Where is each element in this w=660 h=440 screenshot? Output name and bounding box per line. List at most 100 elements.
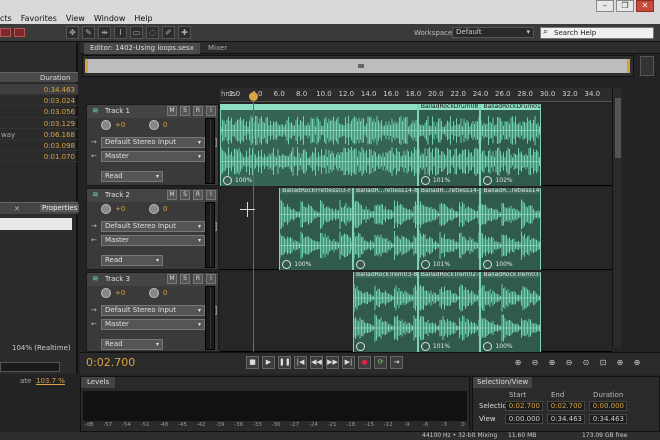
close-icon[interactable]: ✕ <box>14 205 20 213</box>
audio-clip[interactable]: BalladRockTrem03-8mi 100% <box>480 272 541 352</box>
time-ruler[interactable]: 2.04.06.08.010.012.014.016.018.020.022.0… <box>220 88 612 102</box>
slip-tool-icon[interactable]: ⇹ <box>98 26 111 39</box>
volume-value[interactable]: +0 <box>115 121 125 129</box>
track-name[interactable]: Track 1 <box>105 107 130 115</box>
solo-button[interactable]: S <box>180 190 190 200</box>
selection-start-field[interactable]: 0:02.700 <box>505 401 543 411</box>
volume-value[interactable]: +0 <box>115 289 125 297</box>
mute-button[interactable]: M <box>167 106 177 116</box>
audio-clip[interactable]: BalladRockDrum01 ...me 102% <box>480 104 541 186</box>
volume-knob[interactable] <box>101 288 111 298</box>
playhead-handle-icon[interactable] <box>249 92 258 101</box>
input-select[interactable]: Default Stereo Input ▾ <box>101 305 205 316</box>
output-select[interactable]: Master ▾ <box>101 151 205 162</box>
rewind-icon[interactable]: ◀◀ <box>310 356 323 369</box>
razor-tool-icon[interactable]: ✎ <box>82 26 95 39</box>
audio-clip[interactable]: BalladR...retless14-8minA <box>353 188 418 270</box>
current-time-display[interactable]: 0:02.700 <box>86 356 135 369</box>
arm-record-button[interactable]: R <box>193 190 203 200</box>
volume-knob[interactable] <box>101 120 111 130</box>
time-selection-tool-icon[interactable]: I <box>114 26 127 39</box>
track-name[interactable]: Track 3 <box>105 275 130 283</box>
zoom-in-time-icon[interactable]: ⊕ <box>546 357 558 368</box>
move-tool-icon[interactable]: ✥ <box>66 26 79 39</box>
workspace-select[interactable]: Default ▾ <box>452 27 534 38</box>
mute-button[interactable]: M <box>167 190 177 200</box>
audio-clip[interactable]: BalladRockDrum08 ...me 101% <box>417 104 481 186</box>
mute-button[interactable]: M <box>167 274 177 284</box>
track-name[interactable]: Track 2 <box>105 191 130 199</box>
input-select[interactable]: Default Stereo Input ▾ <box>101 221 205 232</box>
pan-value[interactable]: 0 <box>163 205 167 213</box>
file-row[interactable]: 0:34.463 <box>0 84 78 96</box>
vertical-scrollbar[interactable] <box>612 88 622 348</box>
track-lane-1[interactable]: 100%BalladRockDrum08 ...me101%BalladRock… <box>220 104 612 186</box>
track-lane-3[interactable]: BalladRockTrem03-8miBalladRockTrem02-Fma… <box>220 272 612 352</box>
zoom-selection-icon[interactable]: ⊡ <box>597 357 609 368</box>
brush-tool-icon[interactable]: ✐ <box>162 26 175 39</box>
close-icon[interactable]: ✕ <box>636 0 654 12</box>
go-to-end-icon[interactable]: ▶| <box>342 356 355 369</box>
arm-record-button[interactable]: R <box>193 274 203 284</box>
automation-mode-select[interactable]: Read ▾ <box>101 339 163 350</box>
solo-button[interactable]: S <box>180 106 190 116</box>
volume-value[interactable]: +0 <box>115 205 125 213</box>
menu-item-window[interactable]: Window <box>94 14 126 23</box>
monitor-input-button[interactable]: I <box>206 274 216 284</box>
file-row[interactable]: 0:03.056 <box>0 106 78 118</box>
go-to-start-icon[interactable]: |◀ <box>294 356 307 369</box>
search-help-input[interactable]: ⌕ Search Help <box>540 27 654 39</box>
clip-header[interactable] <box>221 104 417 110</box>
visible-range-bar[interactable] <box>85 59 630 73</box>
tab-mixer[interactable]: Mixer <box>204 43 231 54</box>
zoom-out-time-icon[interactable]: ⊖ <box>563 357 575 368</box>
file-row[interactable]: 0:03.129 <box>0 118 78 129</box>
tab-selection-view[interactable]: Selection/View <box>473 377 533 388</box>
monitor-input-button[interactable]: I <box>206 190 216 200</box>
file-row[interactable]: 0:03.024 <box>0 95 78 107</box>
properties-field[interactable] <box>0 218 72 230</box>
scrollbar-thumb[interactable] <box>615 98 621 158</box>
skip-selected-icon[interactable]: ⇥ <box>390 356 403 369</box>
vertical-zoom-strip[interactable] <box>640 56 654 76</box>
input-select[interactable]: Default Stereo Input ▾ <box>101 137 205 148</box>
lasso-tool-icon[interactable]: ◌ <box>146 26 159 39</box>
menu-item-effects[interactable]: cts <box>0 14 12 23</box>
pause-icon[interactable]: ❚❚ <box>278 356 291 369</box>
file-row[interactable]: 0:03.098 <box>0 140 78 152</box>
marquee-tool-icon[interactable]: ▭ <box>130 26 143 39</box>
pan-value[interactable]: 0 <box>163 121 167 129</box>
audio-clip[interactable]: BalladRockTrem02-Fma7 101% <box>417 272 481 352</box>
view-end-field[interactable]: 0:34.463 <box>547 414 585 424</box>
audio-clip[interactable]: BalladR...retless14-8minA 101% <box>417 188 481 270</box>
tab-editor[interactable]: Editor: 1402-Using loops.sesx <box>84 43 200 54</box>
properties-dropdown[interactable] <box>0 362 60 372</box>
playhead-line[interactable] <box>253 100 254 354</box>
monitor-input-button[interactable]: I <box>206 106 216 116</box>
zoom-in-right-icon[interactable]: ⊕ <box>631 357 643 368</box>
zoom-out-full-icon[interactable]: ⊙ <box>580 357 592 368</box>
pan-knob[interactable] <box>149 204 159 214</box>
range-grip-icon[interactable] <box>358 64 364 68</box>
selection-end-field[interactable]: 0:02.700 <box>547 401 585 411</box>
stop-icon[interactable]: ■ <box>246 356 259 369</box>
tab-levels[interactable]: Levels <box>81 377 116 388</box>
file-row[interactable]: 0:01.070 <box>0 151 78 163</box>
solo-button[interactable]: S <box>180 274 190 284</box>
automation-mode-select[interactable]: Read ▾ <box>101 171 163 182</box>
zoom-in-left-icon[interactable]: ⊕ <box>614 357 626 368</box>
zoom-navigator[interactable] <box>82 55 634 77</box>
duration-column-header[interactable]: Duration <box>40 74 70 82</box>
pan-knob[interactable] <box>149 120 159 130</box>
view-start-field[interactable]: 0:00.000 <box>505 414 543 424</box>
pan-knob[interactable] <box>149 288 159 298</box>
track-lane-2[interactable]: BalladRockFretless03-F 100% BalladR...retl… <box>220 188 612 270</box>
multitrack-view-button[interactable] <box>14 28 25 37</box>
pan-value[interactable]: 0 <box>163 289 167 297</box>
audio-clip[interactable]: BalladR...retless14-8minA 100% <box>480 188 541 270</box>
menu-item-help[interactable]: Help <box>134 14 152 23</box>
waveform-view-button[interactable] <box>0 28 11 37</box>
zoom-in-amplitude-icon[interactable]: ⊕ <box>512 357 524 368</box>
maximize-icon[interactable]: ❐ <box>616 0 634 12</box>
volume-knob[interactable] <box>101 204 111 214</box>
